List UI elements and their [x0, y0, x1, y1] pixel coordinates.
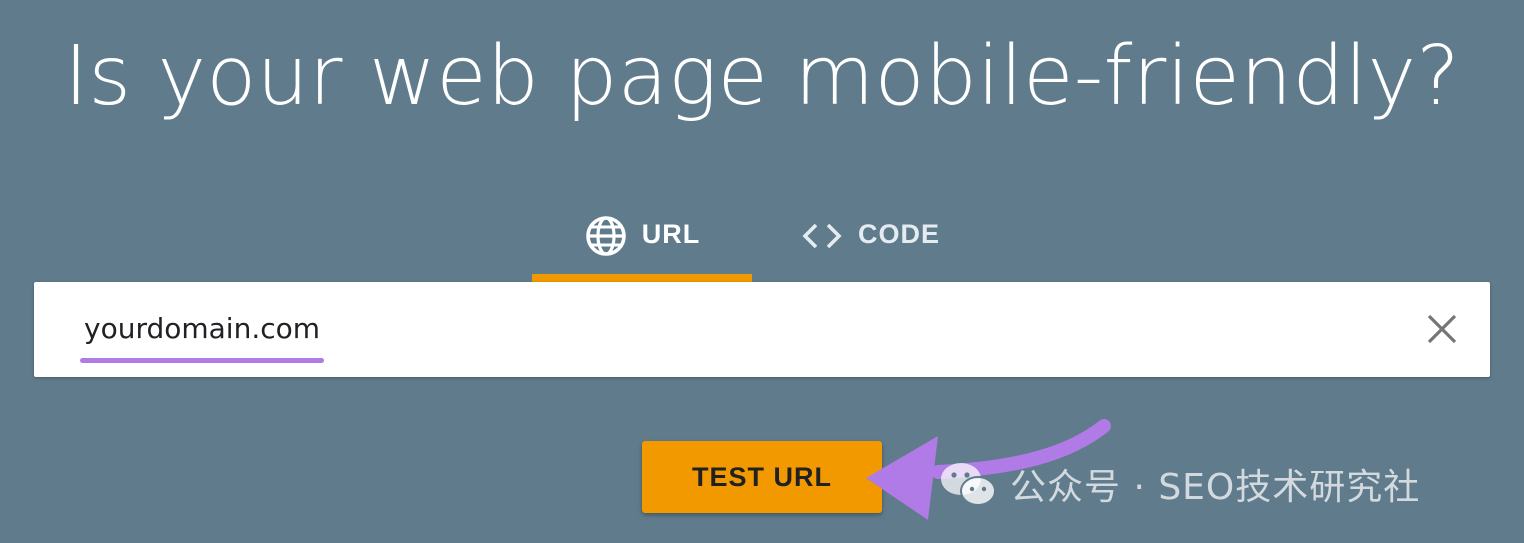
globe-icon [585, 216, 626, 256]
mobile-friendly-test-page: Is your web page mobile-friendly? URL CO… [0, 0, 1524, 543]
watermark-text: 公众号 · SEO技术研究社 [1010, 467, 1421, 508]
highlight-underline [80, 358, 324, 363]
watermark: 公众号 · SEO技术研究社 [938, 452, 1420, 516]
close-icon[interactable] [1420, 307, 1464, 351]
tab-code-label: CODE [858, 219, 941, 249]
tab-url-label: URL [641, 219, 701, 249]
tab-code[interactable]: CODE [800, 200, 960, 282]
url-input-container [34, 282, 1490, 377]
wechat-icon [941, 463, 996, 506]
page-title: Is your web page mobile-friendly? [63, 29, 1461, 124]
test-url-button[interactable]: TEST URL [642, 441, 882, 513]
tab-url[interactable]: URL [532, 200, 752, 282]
test-url-button-label: TEST URL [692, 461, 832, 492]
code-brackets-icon [802, 223, 842, 249]
url-input[interactable] [82, 306, 1386, 352]
